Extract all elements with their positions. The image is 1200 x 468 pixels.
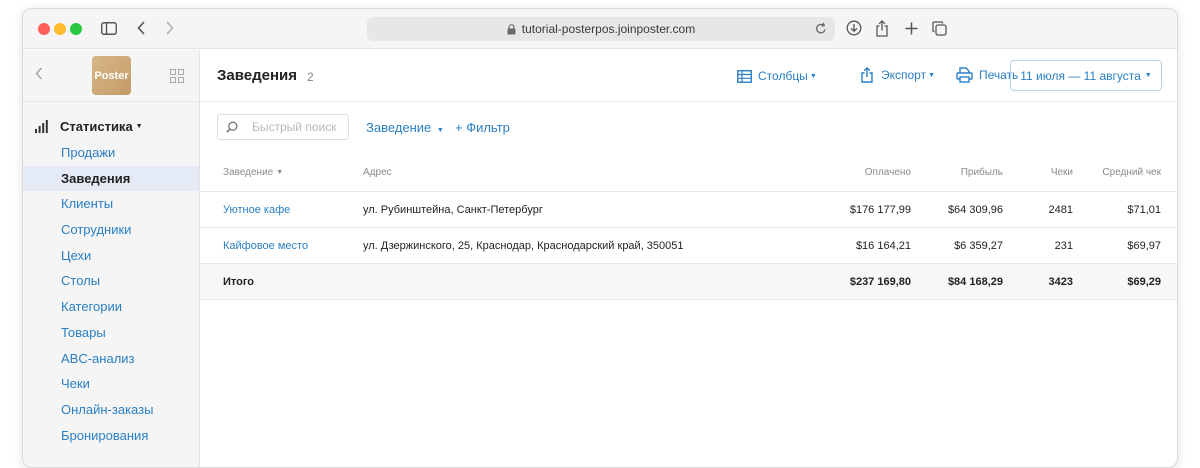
venue-address: ул. Рубинштейна, Санкт-Петербург <box>363 203 543 216</box>
caret-down-icon: ▼ <box>809 72 817 80</box>
column-header-venue[interactable]: Заведение ▼ <box>223 154 283 191</box>
statistics-label: Статистика <box>60 119 133 134</box>
minimize-window-button[interactable] <box>54 23 66 35</box>
caret-down-icon: ▼ <box>1144 72 1152 79</box>
table-columns-icon <box>737 69 752 83</box>
sidebar-item-tables[interactable]: Столы <box>23 268 199 294</box>
reload-icon[interactable] <box>815 22 827 35</box>
back-icon[interactable] <box>134 17 148 39</box>
caret-down-icon: ▼ <box>135 123 143 130</box>
apps-grid-icon[interactable] <box>170 69 184 88</box>
sidebar-menu: Продажи Заведения Клиенты Сотрудники Цех… <box>23 140 199 448</box>
print-button[interactable]: Печать <box>956 67 1018 83</box>
venue-avg-check: $71,01 <box>1127 203 1161 216</box>
zoom-window-button[interactable] <box>70 23 82 35</box>
caret-down-icon: ▼ <box>928 71 936 79</box>
sidebar-item-workshops[interactable]: Цехи <box>23 243 199 269</box>
export-button[interactable]: Экспорт ▼ <box>861 67 935 83</box>
total-paid: $237 169,80 <box>849 275 911 288</box>
venue-avg-check: $69,97 <box>1127 239 1161 252</box>
venue-name-link[interactable]: Уютное кафе <box>223 192 290 227</box>
sidebar: Poster Статистика ▼ Продажи Заведения Кл… <box>23 50 200 467</box>
chevron-left-icon[interactable] <box>35 67 43 85</box>
page-title: Заведения <box>217 67 298 84</box>
forward-icon[interactable] <box>162 17 176 39</box>
sidebar-item-venues[interactable]: Заведения <box>23 165 199 192</box>
export-label: Экспорт <box>881 68 927 82</box>
venue-paid: $176 177,99 <box>849 203 911 216</box>
quick-search[interactable] <box>217 114 349 140</box>
quick-search-input[interactable] <box>252 120 342 134</box>
page-header: Заведения 2 Столбцы ▼ Экспорт ▼ Печать 1… <box>200 50 1177 102</box>
date-range-picker[interactable]: 11 июля — 11 августа ▼ <box>1010 60 1162 91</box>
sort-desc-icon: ▼ <box>276 169 284 176</box>
sidebar-item-categories[interactable]: Категории <box>23 294 199 320</box>
address-bar[interactable]: tutorial-posterpos.joinposter.com <box>367 17 835 41</box>
statistics-section-toggle[interactable]: Статистика ▼ <box>35 119 143 134</box>
browser-titlebar: tutorial-posterpos.joinposter.com <box>23 9 1177 49</box>
total-label: Итого <box>223 275 255 288</box>
tabs-overview-icon[interactable] <box>930 17 948 39</box>
column-header-avg-check[interactable]: Средний чек <box>1102 154 1161 191</box>
sidebar-item-sales[interactable]: Продажи <box>23 140 199 166</box>
printer-icon <box>956 67 973 83</box>
download-icon[interactable] <box>845 17 863 39</box>
sidebar-item-abc-analysis[interactable]: ABC-анализ <box>23 346 199 372</box>
close-window-button[interactable] <box>38 23 50 35</box>
table-row: Кайфовое место ул. Дзержинского, 25, Кра… <box>200 228 1177 264</box>
column-header-checks[interactable]: Чеки <box>1051 154 1073 191</box>
table-total-row: Итого $237 169,80 $84 168,29 3423 $69,29 <box>200 264 1177 300</box>
add-filter-button[interactable]: + Фильтр <box>455 120 510 135</box>
venue-checks: 2481 <box>1048 203 1073 216</box>
filter-bar: Заведение ▼ + Фильтр <box>200 114 1177 140</box>
date-range-label: 11 июля — 11 августа <box>1020 68 1141 83</box>
sidebar-item-receipts[interactable]: Чеки <box>23 371 199 397</box>
venue-name-link[interactable]: Кайфовое место <box>223 228 308 263</box>
total-avg-check: $69,29 <box>1127 275 1161 288</box>
columns-button[interactable]: Столбцы ▼ <box>737 69 817 83</box>
bar-chart-icon <box>35 120 48 133</box>
search-icon <box>226 121 238 133</box>
total-checks: 3423 <box>1048 275 1073 288</box>
lock-icon <box>507 23 516 35</box>
logo-text: Poster <box>94 69 129 82</box>
venue-checks: 231 <box>1054 239 1073 252</box>
sidebar-item-reservations[interactable]: Бронирования <box>23 423 199 449</box>
venue-address: ул. Дзержинского, 25, Краснодар, Краснод… <box>363 239 684 252</box>
poster-logo[interactable]: Poster <box>92 56 131 95</box>
total-profit: $84 168,29 <box>947 275 1003 288</box>
venue-profit: $64 309,96 <box>947 203 1003 216</box>
sidebar-item-online-orders[interactable]: Онлайн-заказы <box>23 397 199 423</box>
column-header-paid[interactable]: Оплачено <box>865 154 911 191</box>
column-header-label: Заведение <box>223 167 274 178</box>
sidebar-toggle-icon[interactable] <box>100 17 118 39</box>
venue-filter-label: Заведение <box>366 120 432 135</box>
new-tab-icon[interactable] <box>902 17 920 39</box>
sidebar-item-employees[interactable]: Сотрудники <box>23 217 199 243</box>
url-text: tutorial-posterpos.joinposter.com <box>521 22 696 36</box>
caret-down-icon: ▼ <box>436 127 444 134</box>
venue-profit: $6 359,27 <box>954 239 1003 252</box>
sidebar-item-clients[interactable]: Клиенты <box>23 191 199 217</box>
venue-filter-dropdown[interactable]: Заведение ▼ <box>366 120 444 135</box>
columns-label: Столбцы <box>758 69 808 83</box>
venue-count: 2 <box>307 70 314 84</box>
column-header-profit[interactable]: Прибыль <box>961 154 1003 191</box>
main-content: Заведения 2 Столбцы ▼ Экспорт ▼ Печать 1… <box>200 50 1177 467</box>
share-icon[interactable] <box>873 17 891 39</box>
venues-table: Заведение ▼ Адрес Оплачено Прибыль Чеки … <box>200 154 1177 300</box>
browser-window: tutorial-posterpos.joinposter.com Poster <box>22 8 1178 468</box>
table-row: Уютное кафе ул. Рубинштейна, Санкт-Петер… <box>200 192 1177 228</box>
table-header-row: Заведение ▼ Адрес Оплачено Прибыль Чеки … <box>200 154 1177 192</box>
column-header-address[interactable]: Адрес <box>363 154 392 191</box>
sidebar-item-products[interactable]: Товары <box>23 320 199 346</box>
venue-paid: $16 164,21 <box>855 239 911 252</box>
export-icon <box>861 67 873 83</box>
sidebar-header: Poster <box>23 50 199 102</box>
